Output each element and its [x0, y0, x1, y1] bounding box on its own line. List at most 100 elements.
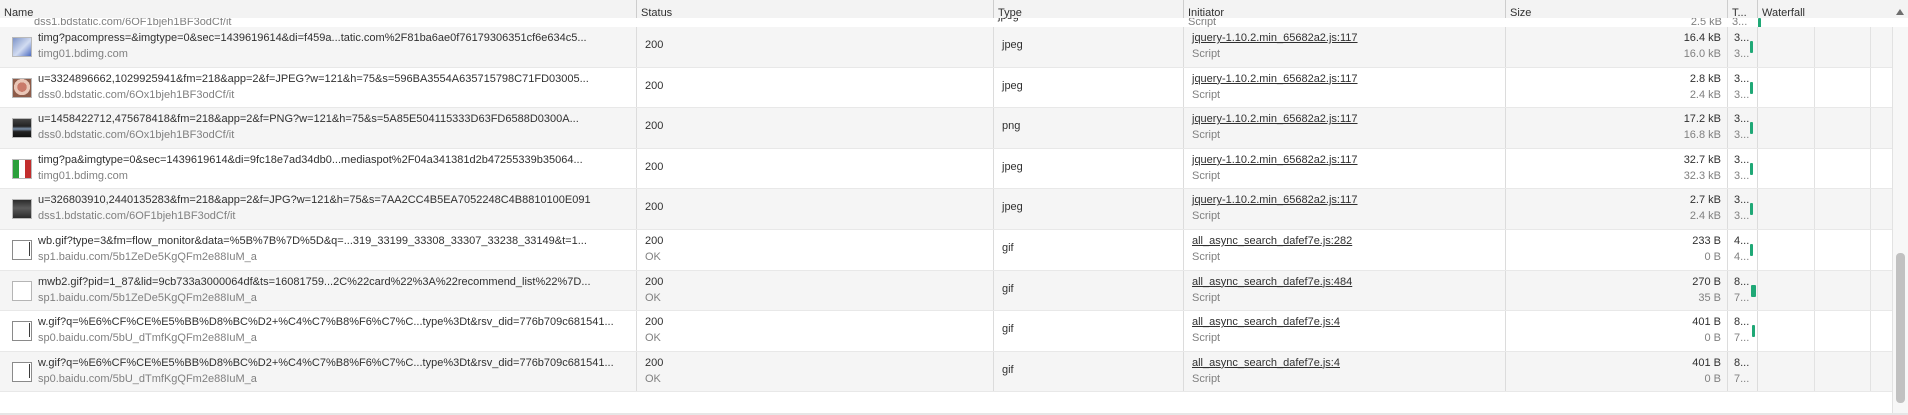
table-row[interactable]: timg?pa&imgtype=0&sec=1439619614&di=9fc1… [0, 148, 1908, 190]
waterfall-gridline [1814, 67, 1815, 108]
name-cell-inner: mwb2.gif?pid=1_87&lid=9cb733a3000064df&t… [4, 271, 636, 311]
status-code: 200 [645, 201, 664, 214]
waterfall-timing-bar [1751, 284, 1756, 297]
time-latency: 3... [1734, 210, 1750, 223]
name-cell[interactable]: w.gif?q=%E6%CF%CE%E5%BB%D8%BC%D2+%C4%C7%… [0, 311, 637, 351]
type-cell-inner: jpeg [998, 149, 1183, 189]
time-total: 4... [1734, 234, 1750, 247]
status-cell: 200 OK [637, 311, 994, 351]
status-cell: 200 OK [637, 351, 994, 392]
waterfall-cell [1758, 27, 1908, 67]
size-resource: 16.8 kB [1683, 129, 1721, 142]
waterfall-gridline [1814, 189, 1815, 229]
time-latency: 7... [1734, 372, 1750, 385]
name-cell-inner: u=1458422712,475678418&fm=218&app=2&f=PN… [4, 108, 636, 148]
type-cell: gif [994, 270, 1184, 311]
size-transferred: 17.2 kB [1683, 113, 1721, 126]
waterfall-cell [1758, 311, 1908, 351]
status-cell-inner: 200 [641, 108, 993, 148]
waterfall-gridline [1870, 189, 1871, 229]
table-row[interactable]: mwb2.gif?pid=1_87&lid=9cb733a3000064df&t… [0, 270, 1908, 312]
type-cell: jpeg [994, 67, 1184, 108]
table-row[interactable]: u=3324896662,1029925941&fm=218&app=2&f=J… [0, 67, 1908, 109]
table-row[interactable]: wb.gif?type=3&fm=flow_monitor&data=%5B%7… [0, 229, 1908, 271]
table-row[interactable]: timg?pacompress=&imgtype=0&sec=143961961… [0, 27, 1908, 68]
status-cell-inner: 200 [641, 189, 993, 229]
initiator-link[interactable]: all_async_search_dafef7e.js:4 [1192, 357, 1340, 369]
time-cell: 8... 7... [1728, 351, 1758, 392]
request-domain: sp0.baidu.com/5bU_dTmfKgQFm2e88IuM_a [38, 332, 257, 345]
size-cell: 16.4 kB 16.0 kB [1506, 27, 1728, 67]
status-cell-inner: 200 OK [641, 230, 993, 270]
time-cell-inner: 3... 3... [1732, 68, 1757, 108]
name-cell[interactable]: timg?pacompress=&imgtype=0&sec=143961961… [0, 27, 637, 67]
size-cell: 401 B 0 B [1506, 311, 1728, 351]
waterfall-cell [1758, 67, 1908, 108]
size-cell-inner: 270 B 35 B [1510, 271, 1727, 311]
waterfall-gridline [1870, 108, 1871, 148]
size-transferred: 2.7 kB [1689, 194, 1721, 207]
time-cell-inner: 3... 3... [1732, 27, 1757, 67]
size-transferred: 16.4 kB [1683, 32, 1721, 44]
table-row[interactable]: w.gif?q=%E6%CF%CE%E5%BB%D8%BC%D2+%C4%C7%… [0, 311, 1908, 352]
time-cell: 3... 3... [1728, 67, 1758, 108]
time-total: 3... [1734, 32, 1750, 44]
status-cell: 200 OK [637, 270, 994, 311]
size-cell: 2.7 kB 2.4 kB [1506, 189, 1728, 229]
type-cell: jpeg [994, 27, 1184, 67]
name-cell[interactable]: wb.gif?type=3&fm=flow_monitor&data=%5B%7… [0, 229, 637, 270]
request-domain: dss0.bdstatic.com/6Ox1bjeh1BF3odCf/it [38, 88, 235, 101]
time-cell-inner: 8... 7... [1732, 352, 1757, 392]
size-cell-inner: 32.7 kB 32.3 kB [1510, 149, 1727, 189]
time-total: 8... [1734, 356, 1750, 369]
name-cell[interactable]: u=1458422712,475678418&fm=218&app=2&f=PN… [0, 108, 637, 148]
status-cell: 200 [637, 148, 994, 189]
waterfall-cell [1758, 189, 1908, 229]
name-cell[interactable]: u=326803910,2440135283&fm=218&app=2&f=JP… [0, 189, 637, 229]
size-resource: 35 B [1698, 291, 1721, 304]
initiator-cell-inner: jquery-1.10.2.min_65682a2.js:117 Script [1188, 68, 1505, 108]
size-resource: 2.4 kB [1689, 88, 1721, 101]
vertical-scrollbar[interactable] [1892, 27, 1908, 415]
name-cell[interactable]: u=3324896662,1029925941&fm=218&app=2&f=J… [0, 67, 637, 108]
table-row[interactable]: u=1458422712,475678418&fm=218&app=2&f=PN… [0, 108, 1908, 149]
status-code: 200 [645, 275, 664, 288]
name-cell[interactable]: w.gif?q=%E6%CF%CE%E5%BB%D8%BC%D2+%C4%C7%… [0, 351, 637, 392]
request-domain: sp1.baidu.com/5b1ZeDe5KgQFm2e88IuM_a [38, 291, 257, 304]
waterfall-gridline [1870, 67, 1871, 108]
status-cell-inner: 200 [641, 149, 993, 189]
type-cell-inner: jpeg [998, 27, 1183, 67]
scrollbar-thumb[interactable] [1896, 253, 1905, 403]
name-cell[interactable]: timg?pa&imgtype=0&sec=1439619614&di=9fc1… [0, 148, 637, 189]
waterfall-cell [1758, 148, 1908, 189]
initiator-type: Script [1192, 332, 1221, 345]
initiator-link[interactable]: jquery-1.10.2.min_65682a2.js:117 [1192, 194, 1358, 206]
name-cell[interactable]: mwb2.gif?pid=1_87&lid=9cb733a3000064df&t… [0, 270, 637, 311]
name-cell-inner: timg?pa&imgtype=0&sec=1439619614&di=9fc1… [4, 149, 636, 189]
time-total: 8... [1734, 316, 1750, 329]
sort-ascending-icon[interactable] [1896, 9, 1904, 15]
time-cell-inner: 3... 3... [1732, 108, 1757, 148]
table-row[interactable]: w.gif?q=%E6%CF%CE%E5%BB%D8%BC%D2+%C4%C7%… [0, 351, 1908, 393]
time-total: 3... [1734, 113, 1750, 126]
size-cell: 233 B 0 B [1506, 229, 1728, 270]
type-cell: png [994, 108, 1184, 148]
initiator-link[interactable]: jquery-1.10.2.min_65682a2.js:117 [1192, 113, 1358, 125]
waterfall-timing-bar [1750, 203, 1753, 216]
broken-image-icon [12, 239, 32, 260]
table-row[interactable]: u=326803910,2440135283&fm=218&app=2&f=JP… [0, 189, 1908, 230]
type-cell-inner: jpeg [998, 189, 1183, 229]
initiator-type: Script [1192, 129, 1221, 142]
initiator-link[interactable]: all_async_search_dafef7e.js:282 [1192, 235, 1352, 247]
type-cell: gif [994, 229, 1184, 270]
initiator-link[interactable]: jquery-1.10.2.min_65682a2.js:117 [1192, 154, 1358, 166]
initiator-link[interactable]: jquery-1.10.2.min_65682a2.js:117 [1192, 32, 1358, 44]
status-text: OK [645, 250, 661, 263]
size-transferred: 2.8 kB [1689, 72, 1721, 85]
size-resource: 0 B [1704, 372, 1721, 385]
initiator-link[interactable]: jquery-1.10.2.min_65682a2.js:117 [1192, 73, 1358, 85]
initiator-link[interactable]: all_async_search_dafef7e.js:4 [1192, 316, 1340, 328]
status-code: 200 [645, 79, 664, 92]
initiator-link[interactable]: all_async_search_dafef7e.js:484 [1192, 276, 1352, 288]
request-domain: timg01.bdimg.com [38, 169, 128, 182]
